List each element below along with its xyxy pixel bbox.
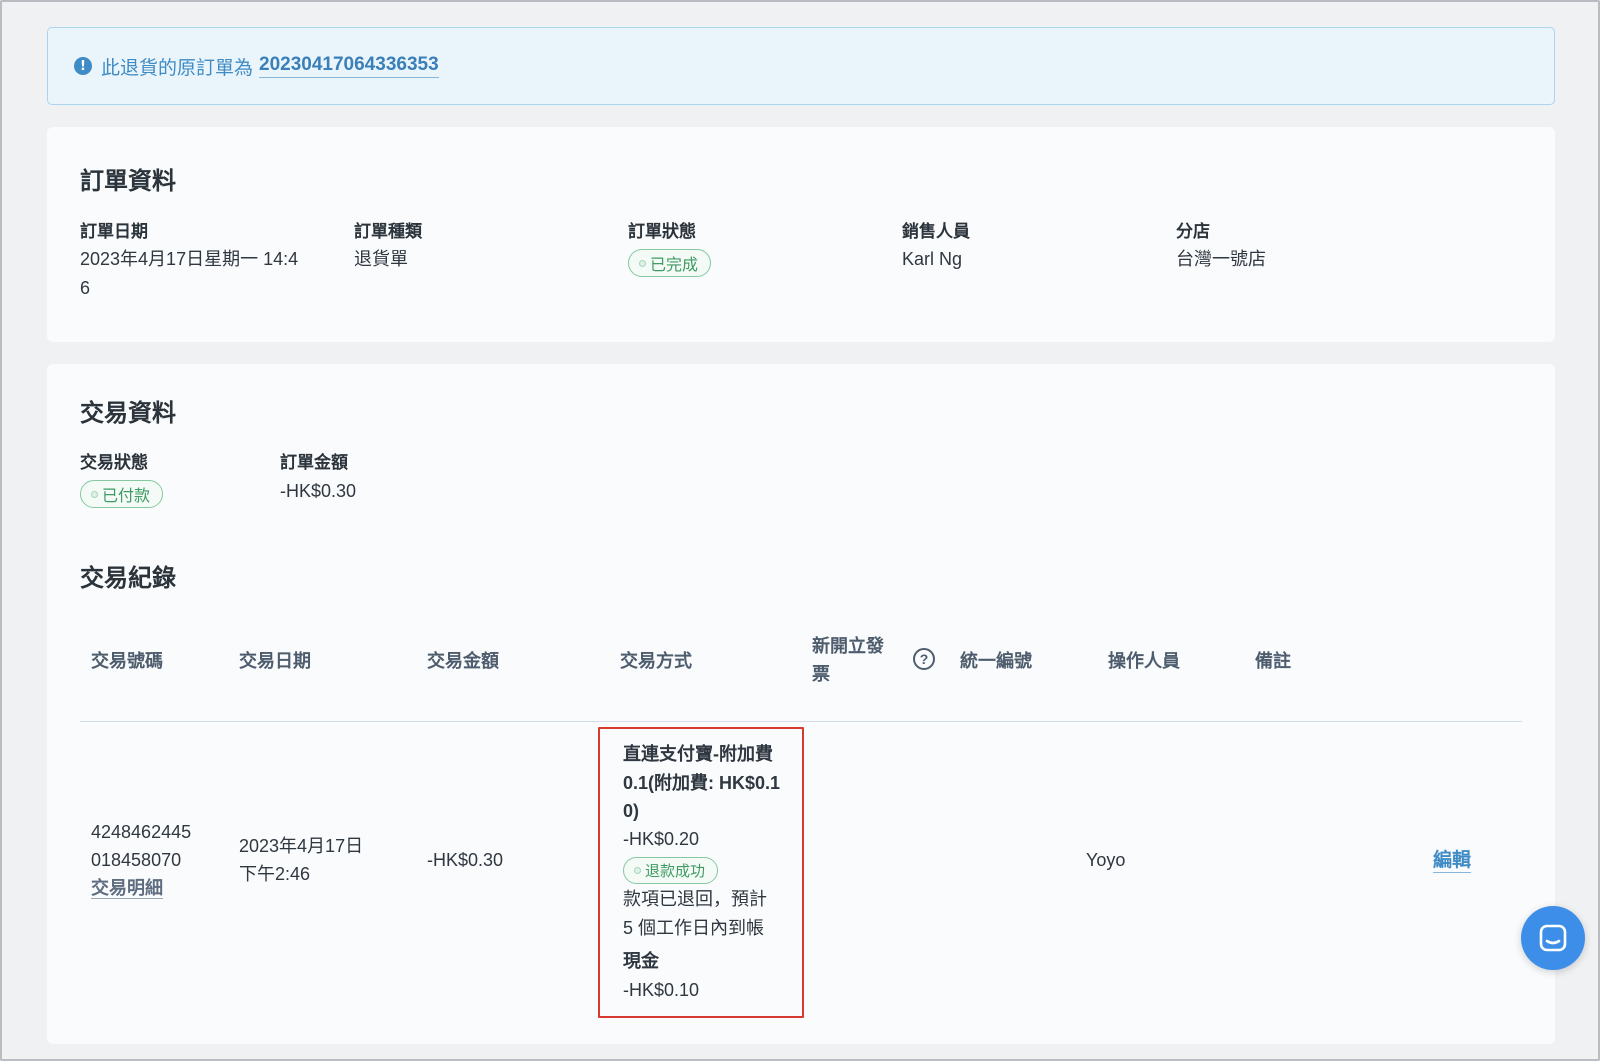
edit-link[interactable]: 編輯 bbox=[1433, 845, 1472, 873]
original-order-notice: ! 此退貨的原訂單為 20230417064336353 bbox=[47, 27, 1555, 105]
payment-method-name: 直連支付寶-附加費 0.1(附加費: HK$0.1 0) bbox=[623, 744, 781, 821]
tx-date-cell: 2023年4月17日 下午2:46 bbox=[239, 836, 364, 884]
status-dot-icon bbox=[639, 259, 646, 267]
tx-status-label: 交易狀態 bbox=[80, 453, 148, 472]
tx-status-badge: 已付款 bbox=[80, 480, 164, 508]
col-tax-id: 統一編號 bbox=[960, 651, 1032, 671]
order-amount-label: 訂單金額 bbox=[280, 453, 348, 472]
transaction-info-title: 交易資料 bbox=[80, 400, 176, 427]
table-header-divider bbox=[80, 721, 1522, 722]
col-tx-method: 交易方式 bbox=[620, 651, 692, 671]
col-tx-amount: 交易金額 bbox=[427, 651, 499, 671]
col-tx-date: 交易日期 bbox=[239, 651, 311, 671]
col-new-invoice: 新開立發 票 bbox=[812, 636, 884, 684]
chat-button[interactable] bbox=[1521, 906, 1585, 970]
salesperson-label: 銷售人員 bbox=[902, 222, 970, 241]
tx-amount-cell: -HK$0.30 bbox=[427, 850, 504, 870]
col-operator: 操作人員 bbox=[1108, 651, 1180, 671]
tx-number-cell: 4248462445 018458070 交易明細 bbox=[91, 822, 192, 899]
order-status-badge: 已完成 bbox=[628, 249, 712, 277]
chat-bubble-icon bbox=[1539, 924, 1567, 952]
branch-value: 台灣一號店 bbox=[1176, 249, 1266, 269]
original-order-link[interactable]: 20230417064336353 bbox=[259, 54, 439, 78]
operator-cell: Yoyo bbox=[1086, 850, 1126, 870]
col-remarks: 備註 bbox=[1255, 651, 1291, 671]
order-info-card: 訂單資料 訂單日期 2023年4月17日星期一 14:4 6 訂單種類 退貨單 … bbox=[47, 127, 1555, 342]
question-circle-icon[interactable]: ? bbox=[913, 648, 935, 670]
col-tx-number: 交易號碼 bbox=[91, 651, 163, 671]
payment-method-cell: 直連支付寶-附加費 0.1(附加費: HK$0.1 0) -HK$0.20 退款… bbox=[598, 727, 804, 1018]
refund-note: 款項已退回，預計 5 個工作日內到帳 bbox=[623, 889, 767, 938]
branch-label: 分店 bbox=[1176, 222, 1210, 241]
tx-detail-link[interactable]: 交易明細 bbox=[91, 878, 163, 899]
info-circle-icon: ! bbox=[74, 57, 92, 75]
cash-label: 現金 bbox=[623, 951, 659, 971]
status-dot-icon bbox=[634, 867, 641, 874]
order-type-label: 訂單種類 bbox=[354, 222, 422, 241]
transaction-records-title: 交易紀錄 bbox=[80, 565, 176, 592]
order-type-value: 退貨單 bbox=[354, 249, 408, 269]
payment-amount-2: -HK$0.10 bbox=[623, 980, 700, 1000]
transaction-card: 交易資料 交易狀態 已付款 訂單金額 -HK$0.30 交易紀錄 交易號碼 交易… bbox=[47, 364, 1555, 1044]
order-amount-value: -HK$0.30 bbox=[280, 481, 357, 501]
notice-text: 此退貨的原訂單為 bbox=[101, 57, 254, 79]
payment-amount-1: -HK$0.20 bbox=[623, 829, 700, 849]
salesperson-value: Karl Ng bbox=[902, 249, 963, 269]
status-dot-icon bbox=[91, 490, 98, 498]
order-status-label: 訂單狀態 bbox=[628, 222, 696, 241]
order-date-value: 2023年4月17日星期一 14:4 6 bbox=[80, 249, 299, 298]
order-info-title: 訂單資料 bbox=[80, 168, 176, 195]
order-date-label: 訂單日期 bbox=[80, 222, 148, 241]
refund-status-badge: 退款成功 bbox=[623, 857, 719, 884]
